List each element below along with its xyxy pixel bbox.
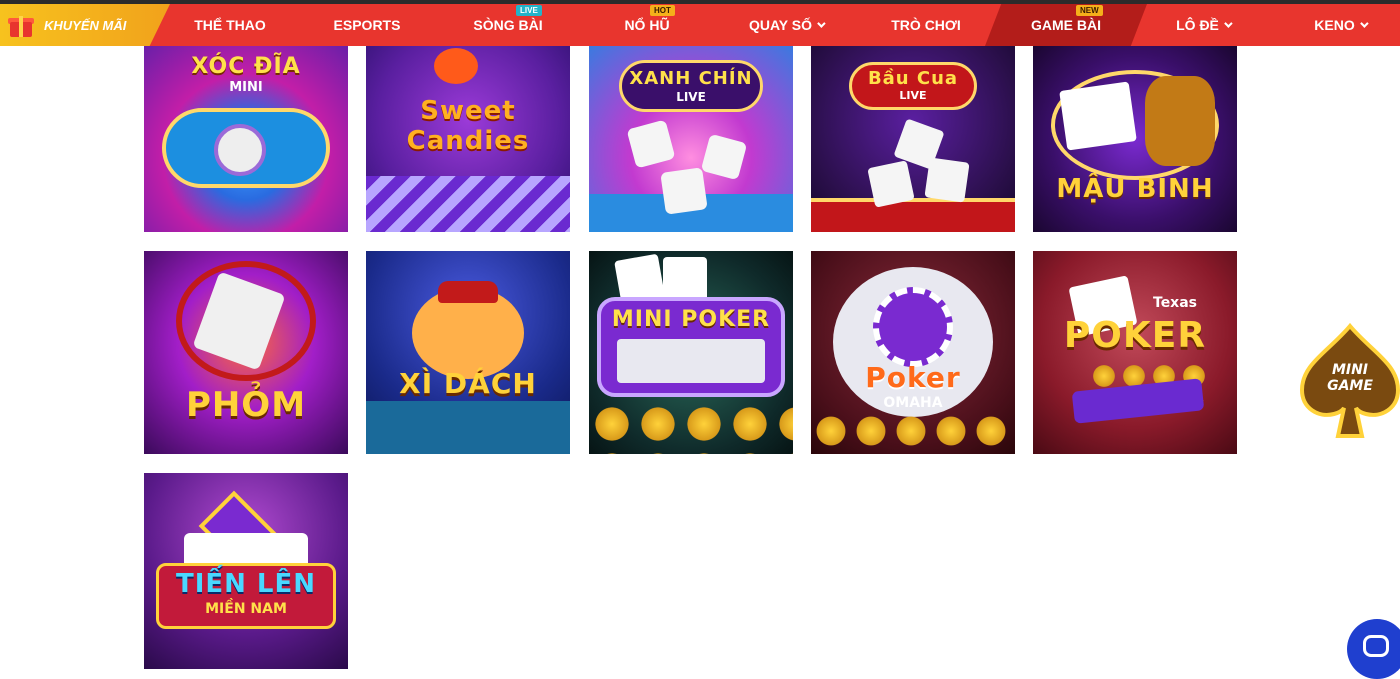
game-title: TIẾN LÊN <box>175 569 317 599</box>
coins-graphic <box>589 401 793 454</box>
candy-graphic <box>434 48 478 84</box>
game-tile-xanh-chin[interactable]: XANH CHÍN LIVE <box>589 46 793 232</box>
chip-graphic <box>873 287 953 367</box>
dice-graphic <box>700 133 748 181</box>
game-title: POKER <box>1063 315 1207 356</box>
main-nav: KHUYẾN MÃI THỂ THAO ESPORTS LIVE SÒNG BÀ… <box>0 4 1400 46</box>
nav-item-label: SÒNG BÀI <box>473 17 543 33</box>
dice-graphic <box>626 119 676 169</box>
nav-item-card-games[interactable]: NEW GAME BÀI <box>1026 4 1106 46</box>
nav-item-jackpot[interactable]: HOT NỔ HŨ <box>614 4 680 46</box>
nav-item-esports[interactable]: ESPORTS <box>327 4 407 46</box>
nav-item-label: NỔ HŨ <box>624 17 670 33</box>
chat-icon <box>1363 635 1389 657</box>
game-tile-xoc-dia[interactable]: XÓC ĐĨA MINI <box>144 46 348 232</box>
coins-graphic <box>811 411 1015 454</box>
live-badge: LIVE <box>516 5 542 16</box>
dice-graphic <box>660 167 708 215</box>
nav-promo[interactable]: KHUYẾN MÃI <box>0 4 170 46</box>
game-title: Poker <box>865 361 961 394</box>
chevron-down-icon <box>1224 19 1233 28</box>
nav-item-games[interactable]: TRÒ CHƠI <box>884 4 968 46</box>
widget-subtitle: GAME <box>1327 378 1373 394</box>
nav-item-sports[interactable]: THỂ THAO <box>190 4 270 46</box>
nav-item-label: GAME BÀI <box>1031 17 1101 33</box>
game-title: MINI POKER <box>611 307 771 332</box>
game-subtitle: OMAHA <box>883 395 943 411</box>
game-subtitle: MIỀN NAM <box>205 601 287 617</box>
game-title: XANH CHÍN <box>629 68 753 89</box>
nav-item-label: QUAY SỐ <box>748 17 813 33</box>
nav-item-label: ESPORTS <box>333 17 401 33</box>
nav-item-lode[interactable]: LÔ ĐỀ <box>1170 4 1236 46</box>
game-tile-tien-len[interactable]: TIẾN LÊN MIỀN NAM <box>144 473 348 669</box>
game-title: XÓC ĐĨA <box>191 54 301 79</box>
nav-item-lottery[interactable]: QUAY SỐ <box>744 4 828 46</box>
gift-icon <box>8 12 34 38</box>
reels-graphic <box>617 339 765 383</box>
game-tile-mau-binh[interactable]: MẬU BINH <box>1033 46 1237 232</box>
hot-badge: HOT <box>650 5 675 16</box>
cards-graphic <box>1059 81 1137 151</box>
dice-graphic <box>867 160 915 208</box>
game-tile-sweet-candies[interactable]: Sweet Candies <box>366 46 570 232</box>
chat-button[interactable] <box>1347 619 1400 679</box>
game-tile-mini-poker[interactable]: MINI POKER <box>589 251 793 454</box>
chevron-down-icon <box>1359 19 1369 28</box>
game-title: PHỎM <box>185 385 307 425</box>
nav-item-casino[interactable]: LIVE SÒNG BÀI <box>466 4 550 46</box>
hat-graphic <box>438 281 498 303</box>
nav-item-label: THỂ THAO <box>194 17 266 33</box>
nav-item-label: TRÒ CHƠI <box>891 17 961 33</box>
table-graphic <box>811 198 1015 232</box>
mini-game-widget[interactable]: MINI GAME <box>1298 322 1400 440</box>
game-subtitle: Texas <box>1153 295 1197 311</box>
dice-graphic <box>924 157 970 203</box>
nav-item-label: LÔ ĐỀ <box>1176 17 1219 33</box>
game-title: Bầu Cua <box>867 68 959 89</box>
table-graphic <box>366 401 570 454</box>
nav-item-keno[interactable]: KENO <box>1310 4 1370 46</box>
new-badge: NEW <box>1076 5 1103 16</box>
dragon-graphic <box>1145 76 1215 166</box>
game-subtitle: LIVE <box>899 89 927 102</box>
game-title: Sweet Candies <box>406 96 530 156</box>
game-title: XÌ DÁCH <box>399 367 537 400</box>
checker-floor <box>366 176 570 232</box>
nav-promo-label: KHUYẾN MÃI <box>44 17 127 33</box>
game-tile-xi-dach[interactable]: XÌ DÁCH <box>366 251 570 454</box>
game-tile-phom[interactable]: PHỎM <box>144 251 348 454</box>
game-tile-bau-cua[interactable]: Bầu Cua LIVE <box>811 46 1015 232</box>
game-tile-poker-omaha[interactable]: Poker OMAHA <box>811 251 1015 454</box>
chevron-down-icon <box>817 19 826 28</box>
widget-title: MINI <box>1331 362 1369 378</box>
game-tile-texas-poker[interactable]: Texas POKER <box>1033 251 1237 454</box>
game-subtitle: LIVE <box>676 90 706 104</box>
plate-graphic <box>214 124 266 176</box>
nav-item-label: KENO <box>1314 17 1355 33</box>
game-subtitle: MINI <box>229 80 263 95</box>
game-title: MẬU BINH <box>1056 174 1214 204</box>
